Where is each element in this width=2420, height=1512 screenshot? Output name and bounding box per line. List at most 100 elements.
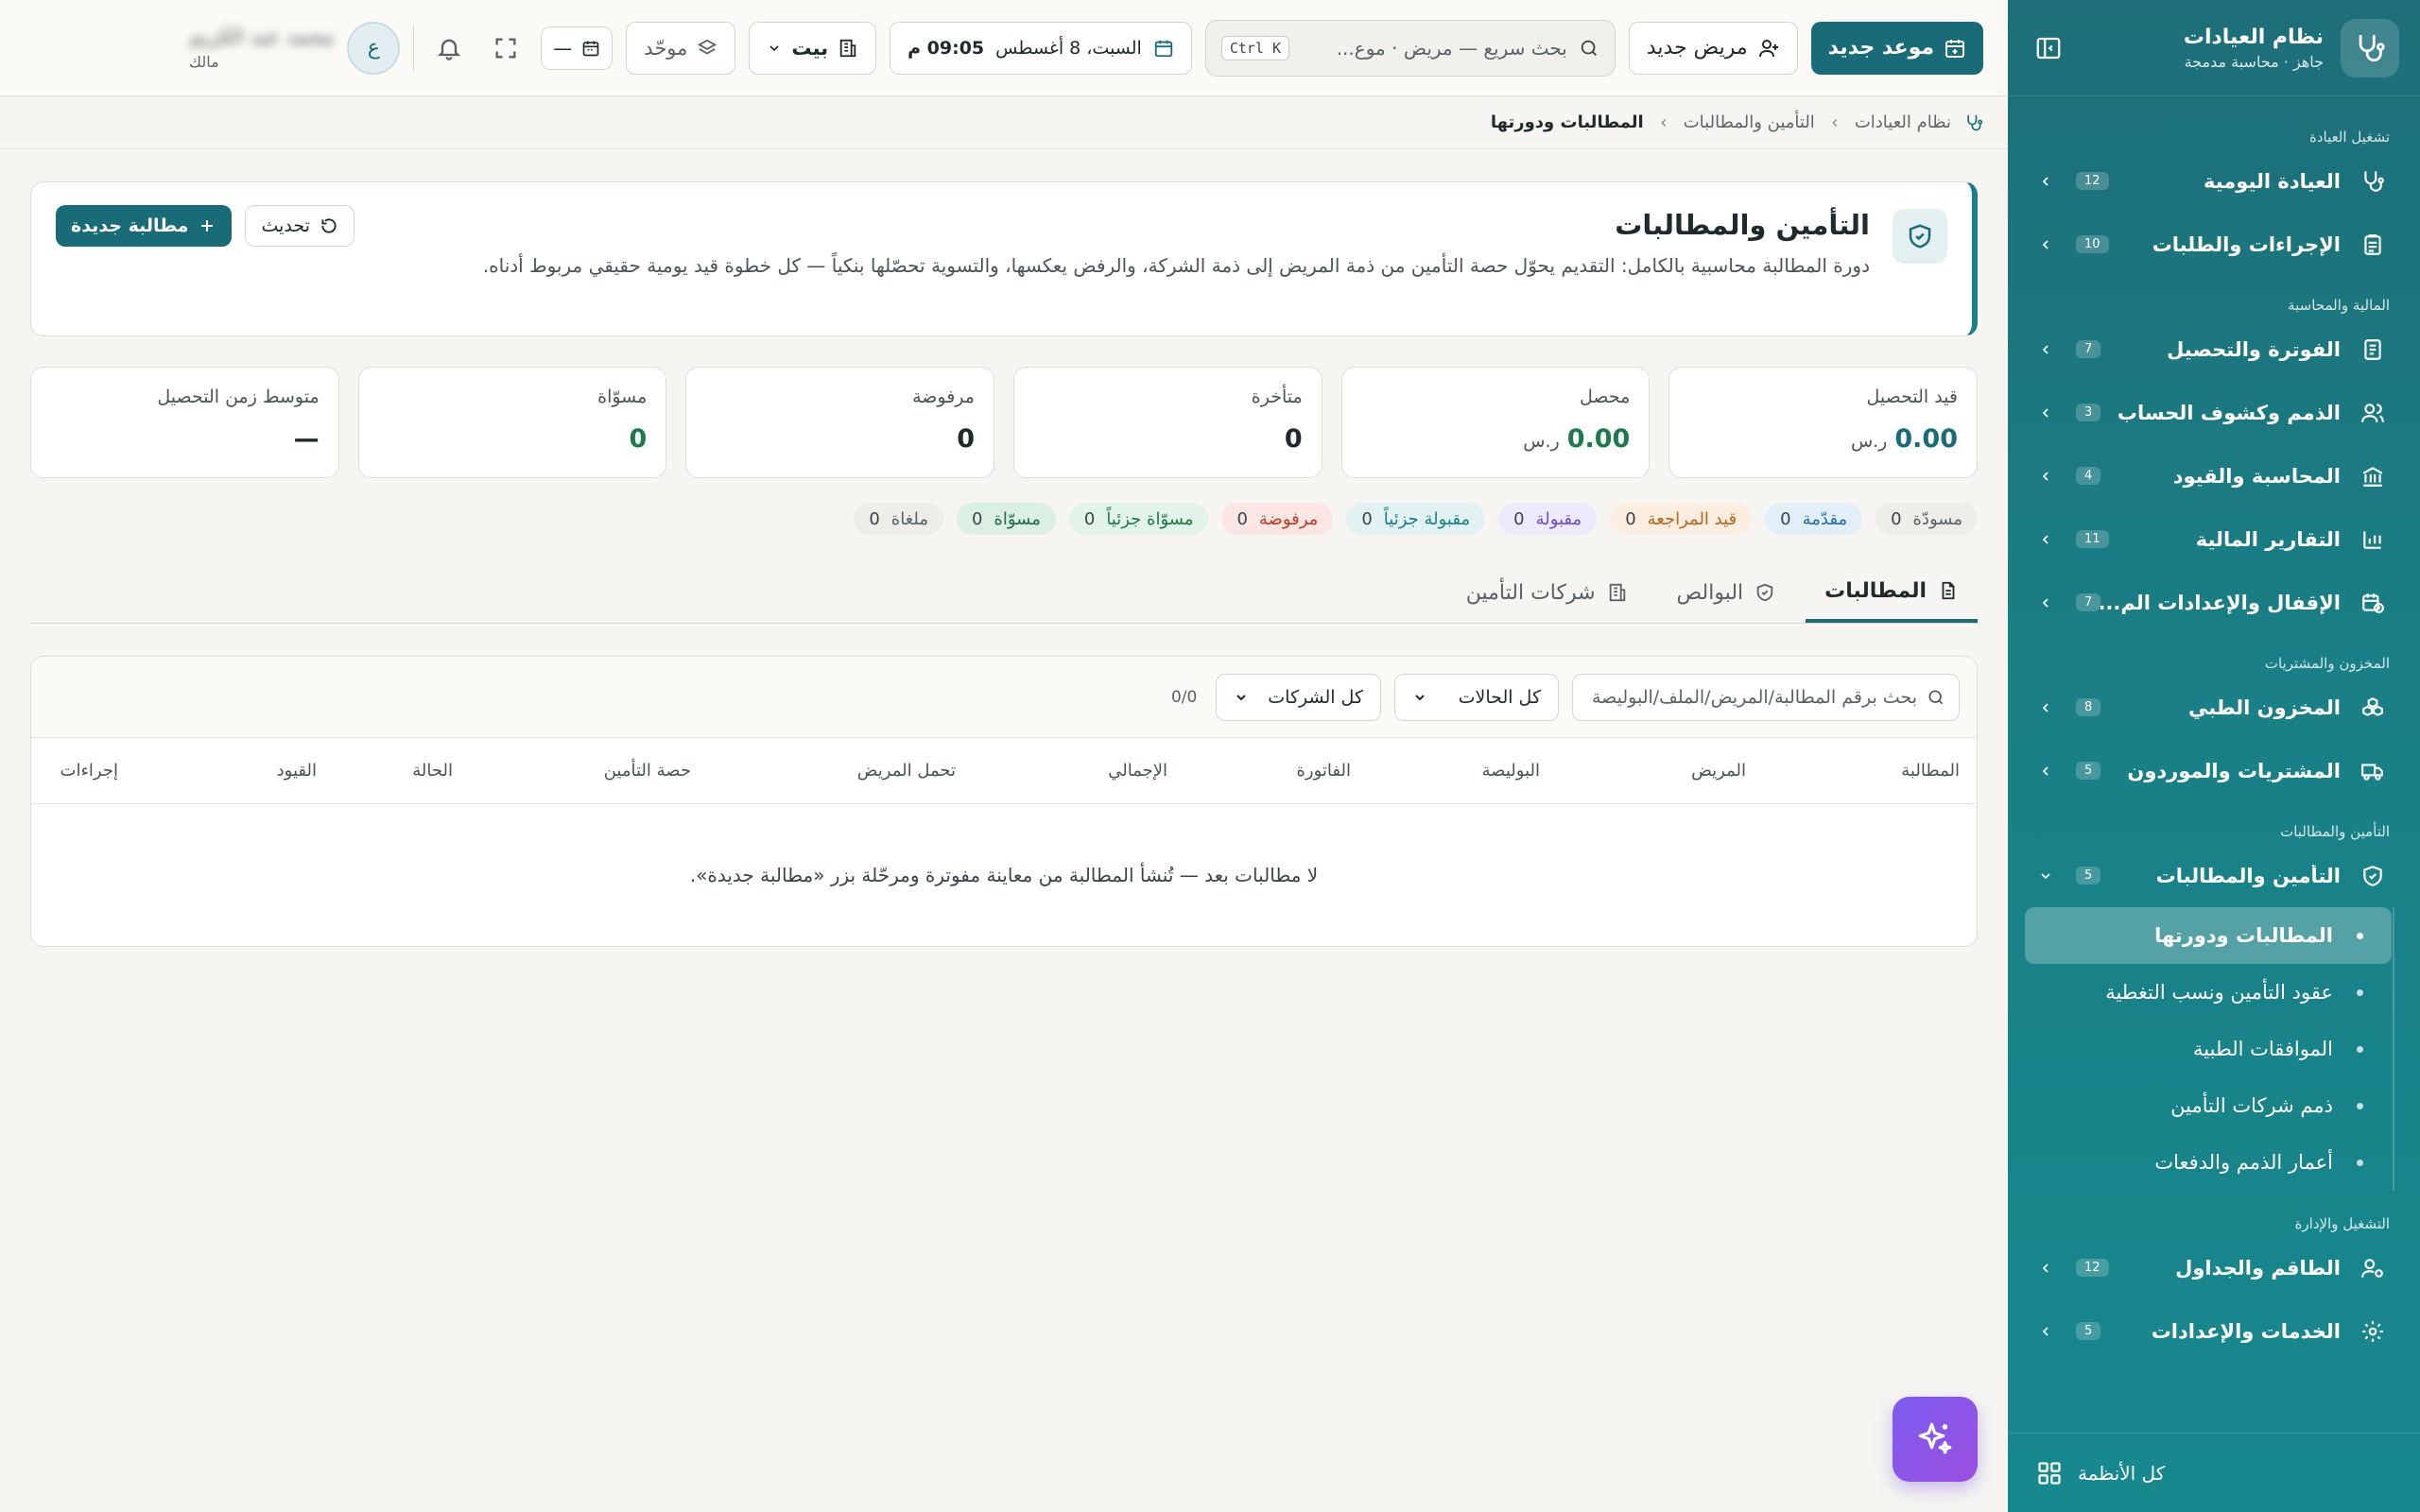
new-claim-button[interactable]: مطالبة جديدة xyxy=(56,205,233,247)
claims-search[interactable] xyxy=(1572,673,1960,721)
sidebar-subitem-label: المطالبات ودورتها xyxy=(2154,924,2333,947)
notifications-button[interactable] xyxy=(427,26,471,70)
status-chip-label: مسودّة xyxy=(1912,508,1962,529)
sidebar-item-daily-clinic[interactable]: العيادة اليومية 12 xyxy=(2008,149,2420,213)
status-chip-count: 0 xyxy=(1236,508,1248,529)
ai-assistant-button[interactable] xyxy=(1893,1397,1978,1482)
sidebar-subitem-contracts[interactable]: عقود التأمين ونسب التغطية xyxy=(2025,964,2392,1021)
status-chip[interactable]: ملغاة 0 xyxy=(854,503,943,535)
new-patient-button[interactable]: مريض جديد xyxy=(1628,21,1798,75)
stat-label: محصل xyxy=(1580,387,1631,407)
column-header[interactable]: تحمل المريض xyxy=(857,761,956,781)
column-header[interactable]: حصة التأمين xyxy=(604,761,691,781)
refresh-button[interactable]: تحديث xyxy=(245,205,354,247)
stethoscope-icon xyxy=(2341,18,2399,77)
tab-insurance-companies[interactable]: شركات التأمين xyxy=(1447,562,1647,623)
column-header[interactable]: الإجمالي xyxy=(1108,761,1167,781)
company-filter-select[interactable]: كل الشركات xyxy=(1216,673,1381,721)
app-name: نظام العيادات xyxy=(2183,25,2324,49)
page-title: التأمين والمطالبات xyxy=(1615,209,1870,241)
sidebar-item-billing[interactable]: الفوترة والتحصيل 7 xyxy=(2008,318,2420,381)
sidebar-item-purchases[interactable]: المشتريات والموردون 5 xyxy=(2008,739,2420,802)
tab-policies[interactable]: البوالص xyxy=(1658,562,1795,623)
sidebar-item-staff[interactable]: الطاقم والجداول 12 xyxy=(2008,1236,2420,1299)
stat-value: 0.00ر.س xyxy=(1850,424,1958,454)
sidebar-item-services[interactable]: الخدمات والإعدادات 5 xyxy=(2008,1299,2420,1363)
column-header[interactable]: الفاتورة xyxy=(1296,761,1351,781)
user-info[interactable]: محمد عبد الكريم مالك xyxy=(189,26,334,71)
column-header[interactable]: البوليصة xyxy=(1482,761,1540,781)
status-chip[interactable]: قيد المراجعة 0 xyxy=(1610,503,1753,535)
column-header[interactable]: إجراءات xyxy=(60,761,118,781)
stat-value: 0.00ر.س xyxy=(1523,424,1631,454)
bell-icon xyxy=(436,35,462,61)
status-chip-count: 0 xyxy=(1513,508,1525,529)
quick-search-placeholder: بحث سريع — مريض · موع... xyxy=(1336,36,1567,60)
status-filter-value: كل الحالات xyxy=(1458,686,1541,708)
sidebar-subitem-approvals[interactable]: الموافقات الطبية xyxy=(2025,1021,2392,1077)
breadcrumb: نظام العيادات التأمين والمطالبات المطالب… xyxy=(0,96,2008,149)
status-chip[interactable]: مقدّمة 0 xyxy=(1765,503,1863,535)
sidebar-subitem-aging[interactable]: أعمار الذمم والدفعات xyxy=(2025,1134,2392,1191)
breadcrumb-item[interactable]: نظام العيادات xyxy=(1855,112,1951,132)
sidebar-item-receivables[interactable]: الذمم وكشوف الحساب 3 xyxy=(2008,381,2420,444)
sidebar-subitem-company-receivables[interactable]: ذمم شركات التأمين xyxy=(2025,1077,2392,1134)
company-filter-value: كل الشركات xyxy=(1268,686,1363,708)
column-header[interactable]: القيود xyxy=(277,761,317,781)
column-header[interactable]: المريض xyxy=(1691,761,1746,781)
status-chip-count: 0 xyxy=(1780,508,1791,529)
sidebar-item-closing[interactable]: الإقفال والإعدادات الم... 7 xyxy=(2008,571,2420,634)
status-chip-label: مقبولة جزئياً xyxy=(1383,508,1471,529)
stat-value: 0 xyxy=(957,424,975,454)
new-appointment-button[interactable]: موعد جديد xyxy=(1810,21,1983,75)
stat-card-rejected: مرفوضة 0 xyxy=(685,367,994,478)
chevron-left-icon xyxy=(2036,172,2055,191)
sidebar-item-inventory[interactable]: المخزون الطبي 8 xyxy=(2008,676,2420,739)
building-icon xyxy=(1607,582,1628,603)
chevron-left-icon xyxy=(2036,1322,2055,1341)
status-chip[interactable]: مسوّاة جزئياً 0 xyxy=(1068,503,1209,535)
avatar[interactable]: ع xyxy=(347,21,401,75)
stat-card-settled: مسوّاة 0 xyxy=(357,367,667,478)
chevron-down-icon xyxy=(2036,867,2055,885)
status-filter-select[interactable]: كل الحالات xyxy=(1394,673,1559,721)
quick-search[interactable]: بحث سريع — مريض · موع... Ctrl K xyxy=(1204,19,1616,77)
sidebar-item-accounting[interactable]: المحاسبة والقيود 4 xyxy=(2008,444,2420,507)
sidebar-item-label: المخزون الطبي xyxy=(2187,696,2341,719)
sidebar-subitem-claims[interactable]: المطالبات ودورتها xyxy=(2025,907,2392,964)
view-mode-button[interactable]: موحّد xyxy=(626,21,736,75)
status-chip[interactable]: مقبولة جزئياً 0 xyxy=(1346,503,1486,535)
calendar-picker[interactable]: — xyxy=(541,26,614,70)
sidebar-item-label: التأمين والمطالبات xyxy=(2155,864,2341,887)
column-header[interactable]: المطالبة xyxy=(1901,761,1960,781)
status-chip[interactable]: مقبولة 0 xyxy=(1498,503,1598,535)
divider xyxy=(413,24,415,72)
claims-search-input[interactable] xyxy=(1586,686,1917,708)
chevron-left-icon xyxy=(2036,698,2055,717)
all-systems-label: كل الأنظمة xyxy=(2078,1461,2166,1485)
layers-icon xyxy=(697,38,717,59)
stethoscope-icon xyxy=(1964,113,1983,132)
new-patient-label: مريض جديد xyxy=(1646,36,1748,60)
sidebar-item-financial-reports[interactable]: التقارير المالية 11 xyxy=(2008,507,2420,571)
status-chip[interactable]: مسوّاة 0 xyxy=(956,503,1056,535)
stat-card-pending: قيد التحصيل 0.00ر.س xyxy=(1668,367,1978,478)
branch-select[interactable]: بيت xyxy=(749,21,877,75)
sidebar-subitem-label: الموافقات الطبية xyxy=(2193,1038,2333,1060)
sidebar-item-procedures[interactable]: الإجراءات والطلبات 10 xyxy=(2008,213,2420,276)
sidebar-collapse-icon[interactable] xyxy=(2032,32,2065,64)
sidebar-item-insurance[interactable]: التأمين والمطالبات 5 xyxy=(2008,844,2420,907)
chevron-left-icon xyxy=(2036,762,2055,781)
status-chip[interactable]: مرفوضة 0 xyxy=(1221,503,1334,535)
status-chip[interactable]: مسودّة 0 xyxy=(1876,503,1978,535)
sidebar-submenu: المطالبات ودورتها عقود التأمين ونسب التغ… xyxy=(2008,907,2420,1191)
fullscreen-button[interactable] xyxy=(484,26,527,70)
all-systems-link[interactable]: كل الأنظمة xyxy=(2008,1433,2420,1512)
main-area: موعد جديد مريض جديد بحث سريع — مريض · مو… xyxy=(0,0,2008,1512)
breadcrumb-item[interactable]: التأمين والمطالبات xyxy=(1684,112,1815,132)
tab-claims[interactable]: المطالبات xyxy=(1806,562,1978,623)
sidebar-item-label: الإجراءات والطلبات xyxy=(2152,232,2341,256)
count-badge: 4 xyxy=(2076,467,2101,485)
column-header[interactable]: الحالة xyxy=(412,761,453,781)
status-chip-count: 0 xyxy=(869,508,880,529)
